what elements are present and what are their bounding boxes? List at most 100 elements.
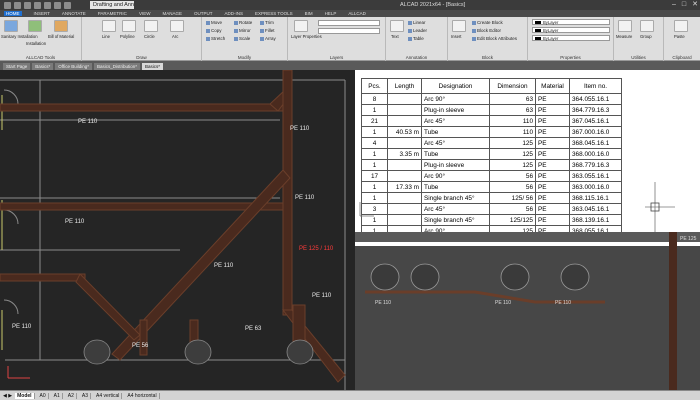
insert-button[interactable] bbox=[452, 20, 466, 32]
tab-home[interactable]: HOME bbox=[4, 11, 22, 16]
scale-tool[interactable]: Scale bbox=[234, 36, 250, 41]
layer-dropdown[interactable] bbox=[318, 20, 380, 26]
save-icon[interactable] bbox=[34, 1, 41, 9]
layer-properties-label: Layer Properties bbox=[291, 34, 322, 39]
label-pe110-f: PE 110 bbox=[12, 324, 32, 330]
linetype-value: ByLayer bbox=[543, 28, 559, 33]
rotate-tool[interactable]: Rotate bbox=[234, 20, 252, 25]
linear-dim-tool[interactable]: Linear bbox=[408, 20, 426, 25]
group-button[interactable] bbox=[640, 20, 654, 32]
app-menu-icon[interactable] bbox=[4, 1, 11, 9]
cell-item-no: 368.139.16.1 bbox=[569, 214, 622, 226]
lineweight-value: ByLayer bbox=[543, 36, 559, 41]
layout-tab-a2[interactable]: A2 bbox=[66, 392, 77, 399]
linetype-dropdown[interactable]: ByLayer bbox=[532, 27, 610, 33]
cell-item-no: 368.045.16.1 bbox=[569, 137, 622, 149]
arc-label: Arc bbox=[172, 34, 179, 39]
tab-express-tools[interactable]: EXPRESS TOOLS bbox=[255, 11, 293, 16]
tab-insert[interactable]: INSERT bbox=[34, 11, 50, 16]
layout-nav-icon[interactable]: ◀ ▶ bbox=[3, 393, 12, 399]
doc-tab-basics-active[interactable]: Basics* bbox=[142, 63, 164, 70]
lineweight-dropdown[interactable]: ByLayer bbox=[532, 35, 610, 41]
layout-tab-a1[interactable]: A1 bbox=[52, 392, 63, 399]
doc-tab-distribution[interactable]: Basics_Distribution* bbox=[93, 63, 140, 70]
doc-tab-basics[interactable]: Basics* bbox=[32, 63, 54, 70]
print-icon[interactable] bbox=[44, 1, 51, 9]
block-editor-tool[interactable]: Block Editor bbox=[472, 28, 501, 33]
layout-tab-model[interactable]: Model bbox=[15, 392, 35, 399]
tab-bim[interactable]: BIM bbox=[305, 11, 313, 16]
bill-of-material-button[interactable] bbox=[54, 20, 68, 32]
cell-dimension: 56 bbox=[489, 170, 536, 182]
linetype-swatch bbox=[535, 29, 541, 33]
cell-item-no: 368.000.16.0 bbox=[569, 148, 622, 160]
cell-pcs: 4 bbox=[361, 137, 388, 149]
panel-layers: Layer Properties Layers bbox=[288, 17, 386, 61]
drawing-canvas[interactable]: PE 110 PE 110 PE 110 PE 110 PE 110 PE 11… bbox=[0, 70, 700, 390]
circle-button[interactable] bbox=[144, 20, 158, 32]
detail-label: PE 125 bbox=[680, 236, 697, 242]
redo-icon[interactable] bbox=[64, 1, 71, 9]
text-label: Text bbox=[391, 34, 399, 39]
line-button[interactable] bbox=[102, 20, 116, 32]
leader-tool[interactable]: Leader bbox=[408, 28, 427, 33]
tab-annotate[interactable]: ANNOTATE bbox=[62, 11, 86, 16]
tab-help[interactable]: HELP bbox=[325, 11, 337, 16]
panel-label-tools: ALLCAD Tools bbox=[25, 55, 56, 60]
doc-tab-office[interactable]: Office Building* bbox=[55, 63, 92, 70]
installation-button[interactable] bbox=[28, 20, 42, 32]
layer-properties-button[interactable] bbox=[294, 20, 308, 32]
paste-button[interactable] bbox=[674, 20, 688, 32]
panel-draw: Line Polyline Circle Arc Draw bbox=[82, 17, 202, 61]
detail-view[interactable]: PE 110 PE 110 PE 110 PE 125 bbox=[355, 232, 700, 390]
workspace-selector[interactable]: Drafting and Annotation bbox=[90, 1, 134, 9]
layout-tab-a4-vertical[interactable]: A4 vertical bbox=[94, 392, 123, 399]
table-row: 1 Plug-in sleeve 125 PE 368.779.16.3 bbox=[361, 159, 622, 171]
close-button[interactable]: ✕ bbox=[692, 0, 698, 10]
sanitary-installation-button[interactable] bbox=[4, 20, 18, 32]
cell-length: 40.53 m bbox=[387, 126, 422, 138]
stretch-tool[interactable]: Stretch bbox=[206, 36, 225, 41]
open-icon[interactable] bbox=[24, 1, 31, 9]
panel-label-utilities: Utilities bbox=[631, 55, 646, 60]
doc-tab-start[interactable]: Start Page bbox=[3, 63, 31, 70]
minimize-button[interactable]: – bbox=[672, 0, 676, 10]
undo-icon[interactable] bbox=[54, 1, 61, 9]
cell-pcs: 1 bbox=[361, 148, 388, 160]
arc-button[interactable] bbox=[170, 20, 184, 32]
layout-tab-a4-horizontal[interactable]: A4 horizontal bbox=[125, 392, 160, 399]
trim-tool[interactable]: Trim bbox=[260, 20, 274, 25]
bill-of-material-sheet[interactable]: Pcs. Length Designation Dimension Materi… bbox=[355, 70, 700, 232]
table-row: 1 Single branch 45° 125/125 PE 368.139.16.1 bbox=[361, 214, 622, 226]
fillet-tool[interactable]: Fillet bbox=[260, 28, 275, 33]
ucs-icon bbox=[7, 366, 30, 379]
cell-length bbox=[387, 203, 422, 215]
copy-tool[interactable]: Copy bbox=[206, 28, 222, 33]
color-dropdown[interactable]: ByLayer bbox=[532, 19, 610, 25]
layout-tab-a0[interactable]: A0 bbox=[38, 392, 49, 399]
move-tool[interactable]: Move bbox=[206, 20, 222, 25]
tab-addins[interactable]: ADD-INS bbox=[224, 11, 243, 16]
label-pe110-b: PE 110 bbox=[65, 219, 85, 225]
table-row: 3 Arc 45° 56 PE 363.045.16.1 bbox=[361, 203, 622, 215]
cell-length bbox=[387, 170, 422, 182]
line-label: Line bbox=[102, 34, 110, 39]
table-tool[interactable]: Table bbox=[408, 36, 424, 41]
edit-attributes-tool[interactable]: Edit Block Attributes bbox=[472, 36, 517, 41]
create-block-tool[interactable]: Create Block bbox=[472, 20, 503, 25]
array-tool[interactable]: Array bbox=[260, 36, 276, 41]
tab-view[interactable]: VIEW bbox=[139, 11, 151, 16]
measure-button[interactable] bbox=[618, 20, 632, 32]
new-icon[interactable] bbox=[14, 1, 21, 9]
door-swing bbox=[3, 209, 19, 225]
maximize-button[interactable]: □ bbox=[682, 0, 686, 10]
mirror-tool[interactable]: Mirror bbox=[234, 28, 251, 33]
tab-allcad[interactable]: ALLCAD bbox=[348, 11, 366, 16]
tab-output[interactable]: OUTPUT bbox=[194, 11, 213, 16]
tab-parametric[interactable]: PARAMETRIC bbox=[98, 11, 127, 16]
layout-tab-a3[interactable]: A3 bbox=[80, 392, 92, 399]
text-button[interactable] bbox=[390, 20, 404, 32]
tab-manage[interactable]: MANAGE bbox=[162, 11, 182, 16]
polyline-button[interactable] bbox=[122, 20, 136, 32]
layer-state-dropdown[interactable] bbox=[318, 28, 380, 34]
